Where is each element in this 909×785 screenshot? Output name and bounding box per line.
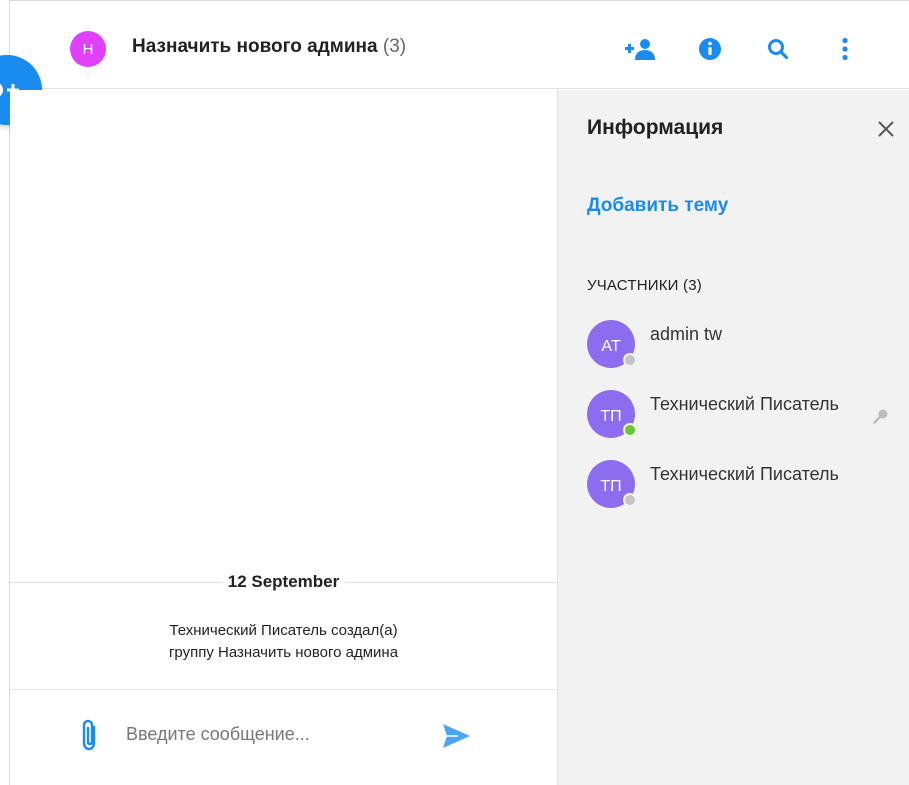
close-icon[interactable] bbox=[874, 117, 898, 141]
system-message-line1: Технический Писатель создал(а) bbox=[169, 622, 398, 639]
chat-messages-area: 12 September Технический Писатель создал… bbox=[10, 90, 557, 785]
chat-title[interactable]: Назначить нового админа (3) bbox=[132, 36, 406, 58]
more-vertical-icon[interactable] bbox=[827, 31, 863, 67]
add-topic-link[interactable]: Добавить тему bbox=[587, 195, 728, 217]
chat-title-text: Назначить нового админа bbox=[132, 36, 378, 57]
group-avatar[interactable]: Н bbox=[70, 31, 106, 67]
offline-status-dot bbox=[623, 353, 637, 367]
date-divider-label-wrap: 12 September bbox=[10, 572, 557, 592]
key-icon bbox=[871, 406, 891, 426]
search-icon[interactable] bbox=[760, 31, 796, 67]
info-panel: Информация Добавить тему УЧАСТНИКИ (3) A… bbox=[557, 90, 909, 785]
member-name: admin tw bbox=[650, 324, 723, 344]
members-heading: УЧАСТНИКИ (3) bbox=[587, 277, 702, 294]
member-item[interactable]: AT admin tw bbox=[587, 320, 907, 370]
member-item[interactable]: ТП Технический Писатель bbox=[587, 390, 907, 440]
message-input[interactable] bbox=[126, 720, 416, 748]
chat-member-count: (3) bbox=[382, 36, 407, 57]
online-status-dot bbox=[623, 423, 637, 437]
messenger-window: Н Назначить нового админа (3) 12 Septemb… bbox=[0, 0, 909, 785]
info-icon[interactable] bbox=[692, 31, 728, 67]
message-composer bbox=[10, 689, 557, 785]
date-divider: 12 September bbox=[10, 572, 557, 592]
system-message: Технический Писатель создал(а) группу На… bbox=[10, 620, 557, 664]
send-icon[interactable] bbox=[440, 720, 472, 752]
add-user-icon[interactable] bbox=[622, 31, 658, 67]
info-panel-title: Информация bbox=[587, 116, 724, 139]
offline-status-dot bbox=[623, 493, 637, 507]
date-divider-label: 12 September bbox=[221, 572, 346, 591]
chat-header: Н Назначить нового админа (3) bbox=[10, 1, 909, 89]
member-name: Технический Писатель bbox=[650, 464, 839, 484]
member-name: Технический Писатель bbox=[650, 394, 839, 414]
attach-icon[interactable] bbox=[78, 718, 102, 752]
system-message-line2: группу Назначить нового админа bbox=[168, 644, 399, 661]
member-item[interactable]: ТП Технический Писатель bbox=[587, 460, 907, 510]
